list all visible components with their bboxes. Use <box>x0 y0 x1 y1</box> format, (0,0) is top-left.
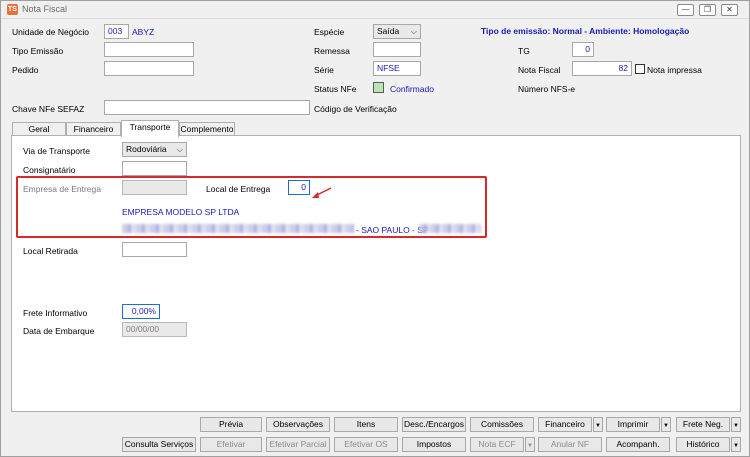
unidade-name: ABYZ <box>132 27 155 37</box>
via-transporte-label: Via de Transporte <box>23 146 90 156</box>
tipo-emissao-banner: Tipo de emissão: Normal - Ambiente: Homo… <box>481 26 690 36</box>
data-embarque-field: 00/00/00 <box>122 322 187 337</box>
empresa-nome: EMPRESA MODELO SP LTDA <box>122 207 240 217</box>
codigo-verificacao-label: Código de Verificação <box>314 104 397 114</box>
comissoes-button[interactable]: Comissões <box>470 417 534 432</box>
imprimir-dropdown-button[interactable] <box>661 417 671 432</box>
frete-informativo-label: Frete Informativo <box>23 308 88 318</box>
observacoes-button[interactable]: Observações <box>266 417 330 432</box>
nota-fiscal-field[interactable]: 82 <box>572 61 632 76</box>
empresa-entrega-label: Empresa de Entrega <box>23 184 101 194</box>
historico-dropdown-button[interactable] <box>731 437 741 452</box>
tipo-emissao-field[interactable] <box>104 42 194 57</box>
frete-informativo-field[interactable]: 0,00% <box>122 304 160 319</box>
title-bar[interactable]: TS Nota Fiscal — ❐ ✕ <box>1 1 749 19</box>
tab-complemento[interactable]: Complemento <box>179 122 235 136</box>
financeiro-button[interactable]: Financeiro <box>538 417 592 432</box>
tab-geral[interactable]: Geral <box>12 122 66 136</box>
frete-neg-dropdown-button[interactable] <box>731 417 741 432</box>
local-entrega-label: Local de Entrega <box>206 184 271 194</box>
status-nfe-value: Confirmado <box>390 84 434 94</box>
pedido-label: Pedido <box>12 65 39 75</box>
status-indicator-icon <box>373 82 384 93</box>
nota-fiscal-window: TS Nota Fiscal — ❐ ✕ Unidade de Negócio … <box>0 0 750 457</box>
tipo-emissao-label: Tipo Emissão <box>12 46 64 56</box>
nota-ecf-dropdown-button[interactable] <box>525 437 535 452</box>
serie-label: Série <box>314 65 334 75</box>
endereco-cidade: - SAO PAULO - SP <box>356 225 429 235</box>
consignatario-field[interactable] <box>122 161 187 176</box>
tg-field[interactable]: 0 <box>572 42 594 57</box>
tg-label: TG <box>518 46 530 56</box>
window-title: Nota Fiscal <box>22 4 68 14</box>
pedido-field[interactable] <box>104 61 194 76</box>
local-retirada-label: Local Retirada <box>23 246 78 256</box>
nota-ecf-button[interactable]: Nota ECF <box>470 437 524 452</box>
chave-nfe-field[interactable] <box>104 100 310 115</box>
especie-label: Espécie <box>314 27 345 37</box>
tab-transporte[interactable]: Transporte <box>121 120 179 137</box>
acompanh-button[interactable]: Acompanh. <box>606 437 670 452</box>
status-nfe-label: Status NFe <box>314 84 357 94</box>
efetivar-button[interactable]: Efetivar <box>200 437 262 452</box>
consignatario-label: Consignatário <box>23 165 76 175</box>
historico-button[interactable]: Histórico <box>676 437 730 452</box>
restore-button[interactable]: ❐ <box>699 4 716 16</box>
consulta-servicos-button[interactable]: Consulta Serviços <box>122 437 196 452</box>
unidade-label: Unidade de Negócio <box>12 27 90 37</box>
red-arrow-icon <box>312 187 332 198</box>
tab-financeiro[interactable]: Financeiro <box>66 122 121 136</box>
app-logo-icon: TS <box>7 4 18 15</box>
efetivar-parcial-button[interactable]: Efetivar Parcial <box>266 437 330 452</box>
imprimir-button[interactable]: Imprimir <box>606 417 660 432</box>
data-embarque-label: Data de Embarque <box>23 326 95 336</box>
itens-button[interactable]: Itens <box>334 417 398 432</box>
close-button[interactable]: ✕ <box>721 4 738 16</box>
impostos-button[interactable]: Impostos <box>402 437 466 452</box>
empresa-entrega-field <box>122 180 187 195</box>
local-retirada-field[interactable] <box>122 242 187 257</box>
especie-select[interactable]: Saída ⌵ <box>373 24 421 39</box>
local-entrega-field[interactable]: 0 <box>288 180 310 195</box>
cep-redacted <box>419 224 481 233</box>
previa-button[interactable]: Prévia <box>200 417 262 432</box>
chevron-down-icon: ⌵ <box>176 145 183 154</box>
via-transporte-select[interactable]: Rodoviária ⌵ <box>122 142 187 157</box>
chave-nfe-label: Chave NFe SEFAZ <box>12 104 85 114</box>
serie-field[interactable]: NFSE <box>373 61 421 76</box>
via-transporte-value: Rodoviária <box>126 144 167 154</box>
remessa-field[interactable] <box>373 42 421 57</box>
remessa-label: Remessa <box>314 46 350 56</box>
nota-fiscal-label: Nota Fiscal <box>518 65 561 75</box>
nota-impressa-label: Nota impressa <box>647 65 702 75</box>
unidade-code-field[interactable]: 003 <box>104 24 129 39</box>
financeiro-dropdown-button[interactable] <box>593 417 603 432</box>
efetivar-os-button[interactable]: Efetivar OS <box>334 437 398 452</box>
chevron-down-icon: ⌵ <box>410 27 417 36</box>
nota-impressa-checkbox[interactable] <box>635 64 645 74</box>
endereco-redacted <box>122 224 354 233</box>
frete-neg-button[interactable]: Frete Neg. <box>676 417 730 432</box>
anular-nf-button[interactable]: Anular NF <box>538 437 602 452</box>
numero-nfse-label: Número NFS-e <box>518 84 576 94</box>
minimize-button[interactable]: — <box>677 4 694 16</box>
especie-value: Saída <box>377 26 400 36</box>
desc-encargos-button[interactable]: Desc./Encargos <box>402 417 466 432</box>
